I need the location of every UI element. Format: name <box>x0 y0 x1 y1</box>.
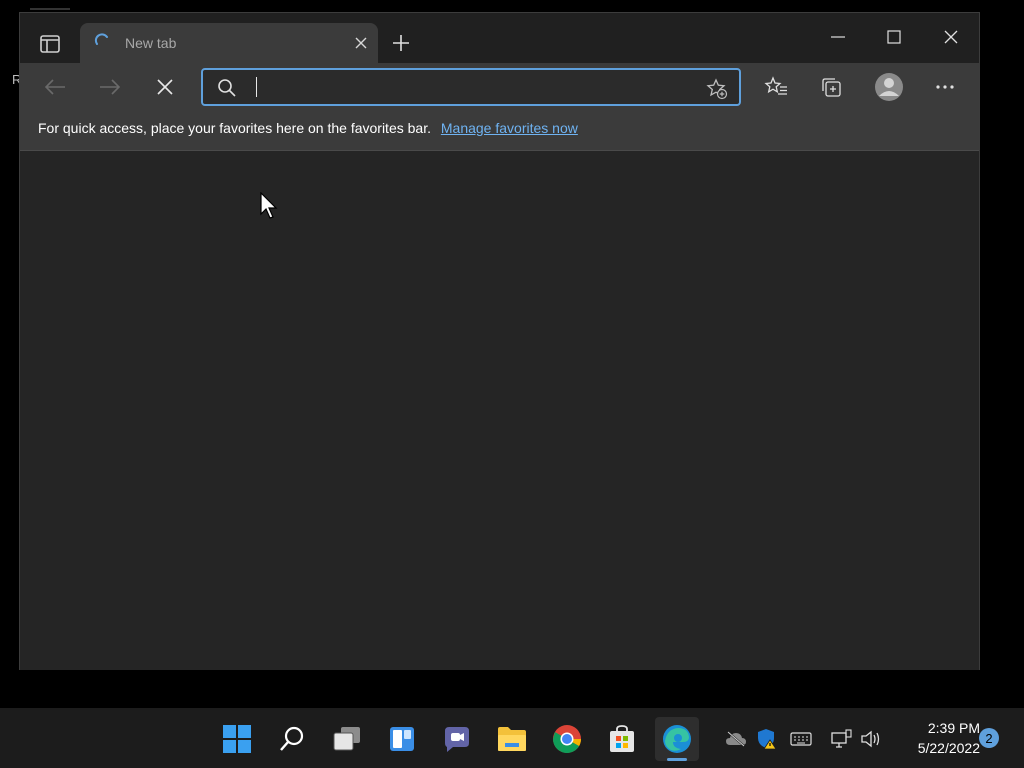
collections-icon[interactable] <box>816 73 846 101</box>
keyboard-icon[interactable] <box>790 728 812 750</box>
clock-time: 2:39 PM <box>927 720 980 736</box>
close-window-button[interactable] <box>933 25 969 49</box>
widgets-icon <box>390 727 414 751</box>
profile-avatar-icon[interactable] <box>872 70 906 104</box>
maximize-button[interactable] <box>876 25 912 49</box>
network-icon[interactable] <box>830 728 852 750</box>
edge-button[interactable] <box>655 717 699 761</box>
search-icon <box>280 726 304 751</box>
navigation-toolbar <box>20 63 979 111</box>
onedrive-offline-icon[interactable] <box>725 728 747 750</box>
mouse-cursor-icon <box>260 191 280 220</box>
desktop-window-edge <box>30 8 70 10</box>
tab-actions-icon[interactable] <box>34 29 66 59</box>
favorites-icon[interactable] <box>761 73 791 101</box>
forward-arrow-icon[interactable] <box>95 73 125 101</box>
volume-icon[interactable] <box>860 728 882 750</box>
taskbar-search-button[interactable] <box>270 717 314 761</box>
minimize-button[interactable] <box>820 25 856 49</box>
store-button[interactable] <box>600 717 644 761</box>
task-view-button[interactable] <box>325 717 369 761</box>
new-tab-button[interactable] <box>390 32 412 54</box>
browser-window: New tab For quick access, place your fav… <box>19 12 980 670</box>
start-button[interactable] <box>215 717 259 761</box>
stop-loading-icon[interactable] <box>150 73 180 101</box>
manage-favorites-link[interactable]: Manage favorites now <box>441 120 578 136</box>
chat-button[interactable] <box>435 717 479 761</box>
close-tab-icon[interactable] <box>352 34 370 52</box>
address-bar[interactable] <box>201 68 741 106</box>
taskbar-clock[interactable]: 2:39 PM 5/22/2022 <box>890 718 980 758</box>
taskbar: 2:39 PM 5/22/2022 2 <box>0 708 1024 768</box>
file-explorer-button[interactable] <box>490 717 534 761</box>
folder-icon <box>498 727 526 751</box>
loading-spinner-icon <box>94 33 112 51</box>
tab-new-tab[interactable]: New tab <box>80 23 378 63</box>
favorites-bar-text: For quick access, place your favorites h… <box>38 120 431 136</box>
clock-date: 5/22/2022 <box>917 740 980 756</box>
address-input[interactable] <box>253 74 693 100</box>
favorites-bar-message: For quick access, place your favorites h… <box>38 120 578 136</box>
windows-start-icon <box>223 725 251 753</box>
active-app-indicator <box>667 758 687 761</box>
task-view-icon <box>333 727 360 751</box>
defender-warning-icon[interactable] <box>756 728 778 750</box>
notification-badge[interactable]: 2 <box>979 728 999 748</box>
store-icon <box>610 725 634 752</box>
chrome-button[interactable] <box>545 717 589 761</box>
page-content[interactable] <box>20 152 979 670</box>
more-ellipsis-icon[interactable] <box>930 73 960 101</box>
star-add-icon[interactable] <box>705 77 729 101</box>
teams-chat-icon <box>445 727 469 752</box>
title-bar: New tab <box>20 13 979 63</box>
back-arrow-icon[interactable] <box>40 73 70 101</box>
text-caret <box>256 77 257 97</box>
widgets-button[interactable] <box>380 717 424 761</box>
chrome-icon <box>553 725 581 753</box>
tab-title: New tab <box>125 35 177 51</box>
search-icon <box>217 78 237 98</box>
edge-icon <box>663 725 691 753</box>
